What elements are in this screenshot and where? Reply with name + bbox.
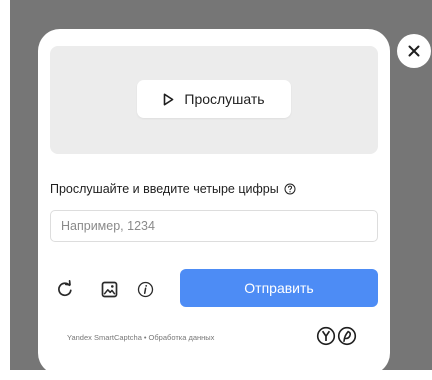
captcha-footer: Yandex SmartCaptcha • Обработка данных [67, 333, 214, 342]
submit-label: Отправить [244, 280, 314, 296]
submit-button[interactable]: Отправить [180, 269, 378, 307]
captcha-modal: Прослушать Прослушайте и введите четыре … [38, 29, 390, 375]
info-button[interactable] [134, 278, 156, 300]
close-icon [408, 45, 420, 57]
data-processing-link[interactable]: Обработка данных [149, 333, 215, 342]
refresh-icon [56, 280, 74, 298]
yandex-y-logo-icon [316, 326, 336, 346]
info-icon [137, 281, 154, 298]
play-icon [163, 93, 174, 106]
yandex-logos [316, 326, 357, 346]
image-icon [101, 281, 118, 298]
play-audio-label: Прослушать [184, 91, 265, 107]
play-audio-button[interactable]: Прослушать [137, 80, 291, 118]
close-button[interactable] [397, 34, 431, 68]
answer-input[interactable] [50, 210, 378, 242]
refresh-button[interactable] [54, 278, 76, 300]
instruction-row: Прослушайте и введите четыре цифры [50, 182, 296, 196]
help-icon[interactable] [284, 183, 296, 195]
footer-brand: Yandex SmartCaptcha [67, 333, 142, 342]
instruction-text: Прослушайте и введите четыре цифры [50, 182, 279, 196]
footer-separator: • [143, 333, 147, 342]
smartcaptcha-logo-icon [337, 326, 357, 346]
audio-panel: Прослушать [50, 46, 378, 154]
image-captcha-button[interactable] [98, 278, 120, 300]
